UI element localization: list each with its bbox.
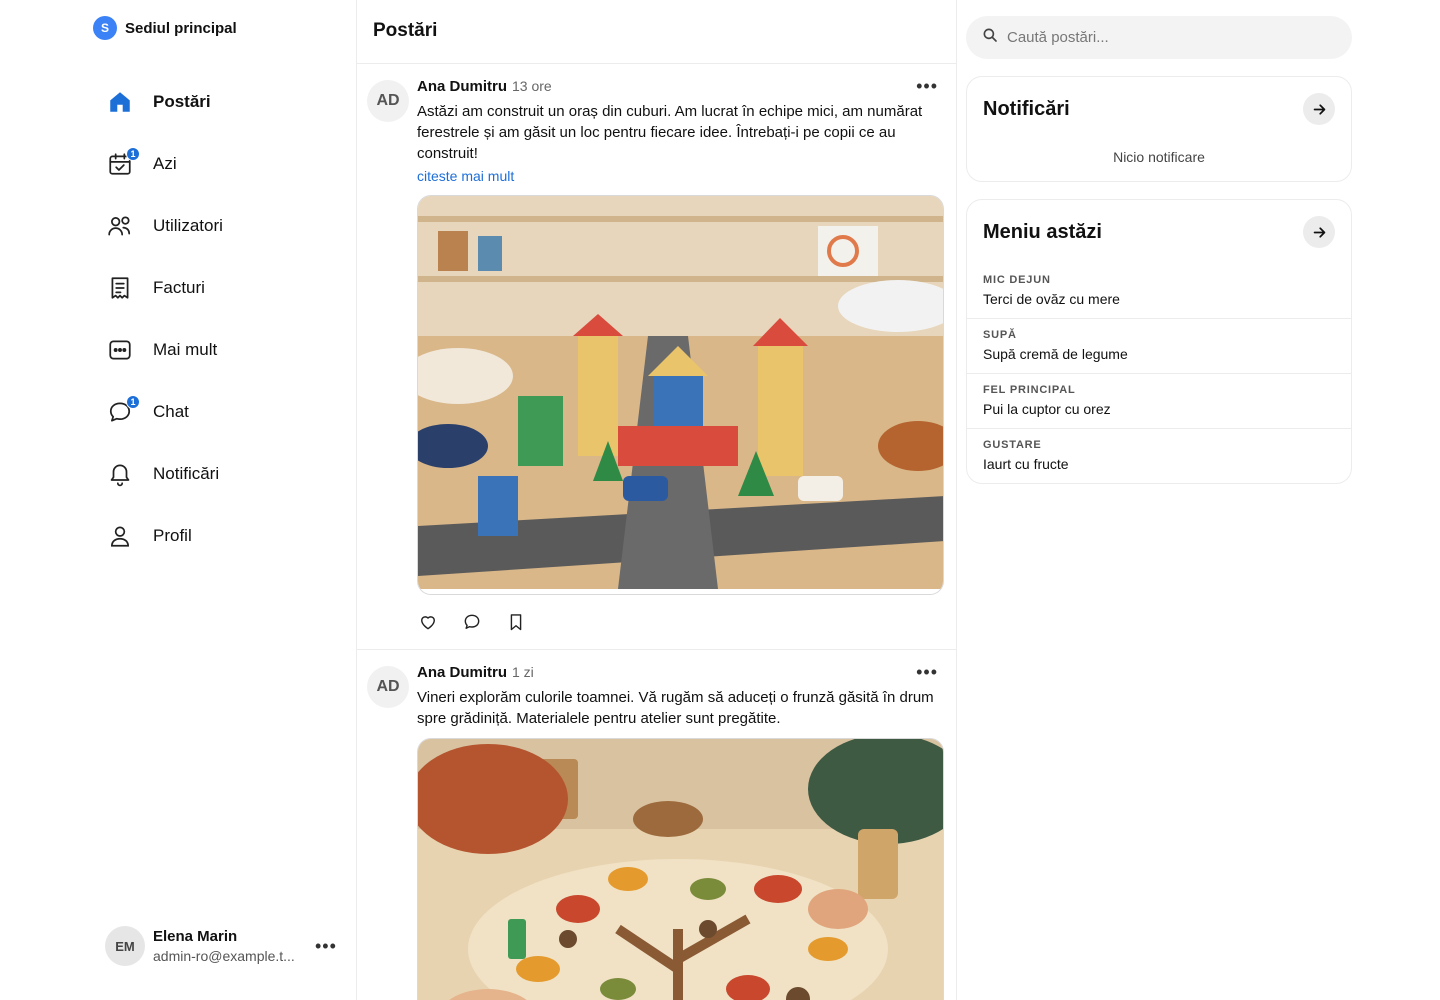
post-time: 13 ore	[512, 78, 552, 94]
post-image[interactable]	[417, 195, 944, 595]
empty-state: Nicio notificare	[1113, 149, 1205, 165]
post-image[interactable]	[417, 738, 944, 1000]
open-notifications-button[interactable]	[1303, 93, 1335, 125]
post: AD Ana Dumitru 1 zi ••• Vineri explorăm …	[357, 650, 956, 1000]
blocks-town-photo	[418, 196, 943, 589]
user-email: admin-ro@example.t...	[153, 948, 295, 964]
nav-item-notifications[interactable]: Notificări	[96, 443, 346, 505]
user-icon	[106, 522, 134, 550]
menu-item: FEL PRINCIPAL Pui la cuptor cu orez	[967, 373, 1351, 428]
invoice-icon	[106, 274, 134, 302]
post-time: 1 zi	[512, 664, 534, 680]
read-more-link[interactable]: citeste mai mult	[417, 168, 514, 184]
post-more-icon[interactable]: •••	[916, 662, 938, 683]
menu-category: FEL PRINCIPAL	[983, 384, 1076, 396]
search-icon	[981, 26, 999, 49]
current-user-card[interactable]: EM Elena Marin admin-ro@example.t... •••	[105, 926, 340, 966]
card-header: Meniu astăzi	[967, 200, 1351, 264]
card-title: Meniu astăzi	[983, 220, 1102, 243]
nav-label: Facturi	[153, 278, 205, 297]
right-panel: Notificări Nicio notificare Meniu astăzi…	[966, 0, 1352, 484]
nav-label: Profil	[153, 526, 192, 545]
avatar[interactable]: AD	[367, 80, 409, 122]
org-avatar: S	[93, 16, 117, 40]
nav-item-posts[interactable]: Postări	[96, 71, 346, 133]
notifications-card: Notificări Nicio notificare	[966, 76, 1352, 182]
nav-item-users[interactable]: Utilizatori	[96, 195, 346, 257]
nav-item-chat[interactable]: 1 Chat	[96, 381, 346, 443]
bell-icon	[106, 460, 134, 488]
search-bar[interactable]	[966, 16, 1352, 59]
menu-category: MIC DEJUN	[983, 274, 1051, 286]
post-header: Ana Dumitru 13 ore	[417, 78, 944, 98]
menu-dish: Iaurt cu fructe	[983, 456, 1069, 472]
nav-label: Notificări	[153, 464, 220, 483]
card-title: Notificări	[983, 97, 1070, 120]
arrow-right-icon	[1313, 226, 1325, 238]
menu-dish: Terci de ovăz cu mere	[983, 291, 1120, 307]
post: AD Ana Dumitru 13 ore ••• Astăzi am cons…	[357, 64, 956, 650]
notification-badge: 1	[126, 395, 140, 409]
home-icon	[106, 88, 134, 116]
avatar[interactable]: AD	[367, 666, 409, 708]
bookmark-icon[interactable]	[505, 611, 527, 633]
post-header: Ana Dumitru 1 zi	[417, 664, 944, 684]
post-more-icon[interactable]: •••	[916, 76, 938, 97]
menu-category: SUPĂ	[983, 329, 1017, 341]
more-box-icon	[106, 336, 134, 364]
open-menu-button[interactable]	[1303, 216, 1335, 248]
calendar-check-icon: 1	[106, 147, 140, 178]
arrow-right-icon	[1313, 103, 1325, 115]
menu-item: GUSTARE Iaurt cu fructe	[967, 428, 1351, 483]
more-options-icon[interactable]: •••	[315, 936, 337, 957]
avatar: EM	[105, 926, 145, 966]
menu-dish: Pui la cuptor cu orez	[983, 401, 1111, 417]
nav-item-invoices[interactable]: Facturi	[96, 257, 346, 319]
post-text: Astăzi am construit un oraș din cuburi. …	[417, 103, 923, 162]
nav-label: Azi	[153, 154, 177, 173]
org-switcher[interactable]: S Sediul principal	[93, 16, 237, 40]
org-name: Sediul principal	[125, 19, 237, 37]
post-actions	[417, 595, 944, 649]
autumn-leaves-photo	[418, 739, 943, 1000]
nav-label: Postări	[153, 92, 211, 111]
nav-label: Utilizatori	[153, 216, 223, 235]
nav-item-today[interactable]: 1 Azi	[96, 133, 346, 195]
notification-badge: 1	[126, 147, 140, 161]
heart-icon[interactable]	[417, 611, 439, 633]
menu-item: MIC DEJUN Terci de ovăz cu mere	[967, 264, 1351, 318]
menu-category: GUSTARE	[983, 439, 1042, 451]
nav-item-profile[interactable]: Profil	[96, 505, 346, 567]
user-info: Elena Marin admin-ro@example.t...	[153, 928, 303, 964]
feed-header: Postări	[357, 0, 956, 64]
user-name: Elena Marin	[153, 928, 238, 945]
comment-icon[interactable]	[461, 611, 483, 633]
nav-item-more[interactable]: Mai mult	[96, 319, 346, 381]
nav-label: Chat	[153, 402, 189, 421]
post-author[interactable]: Ana Dumitru	[417, 664, 507, 681]
menu-dish: Supă cremă de legume	[983, 346, 1128, 362]
post-author[interactable]: Ana Dumitru	[417, 78, 507, 95]
sidebar: S Sediul principal Postări 1 Azi Utiliza…	[0, 0, 356, 1000]
search-input[interactable]	[1007, 29, 1327, 46]
menu-card: Meniu astăzi MIC DEJUN Terci de ovăz cu …	[966, 199, 1352, 484]
nav-label: Mai mult	[153, 340, 218, 359]
posts-feed: Postări AD Ana Dumitru 13 ore ••• Astăzi…	[356, 0, 957, 1000]
post-text: Vineri explorăm culorile toamnei. Vă rug…	[417, 689, 934, 727]
users-icon	[106, 212, 134, 240]
menu-list: MIC DEJUN Terci de ovăz cu mere SUPĂ Sup…	[967, 264, 1351, 483]
card-header: Notificări	[967, 77, 1351, 141]
chat-icon: 1	[106, 395, 140, 426]
menu-item: SUPĂ Supă cremă de legume	[967, 318, 1351, 373]
main-nav: Postări 1 Azi Utilizatori Facturi Mai mu…	[96, 71, 346, 567]
page-title: Postări	[373, 20, 438, 41]
